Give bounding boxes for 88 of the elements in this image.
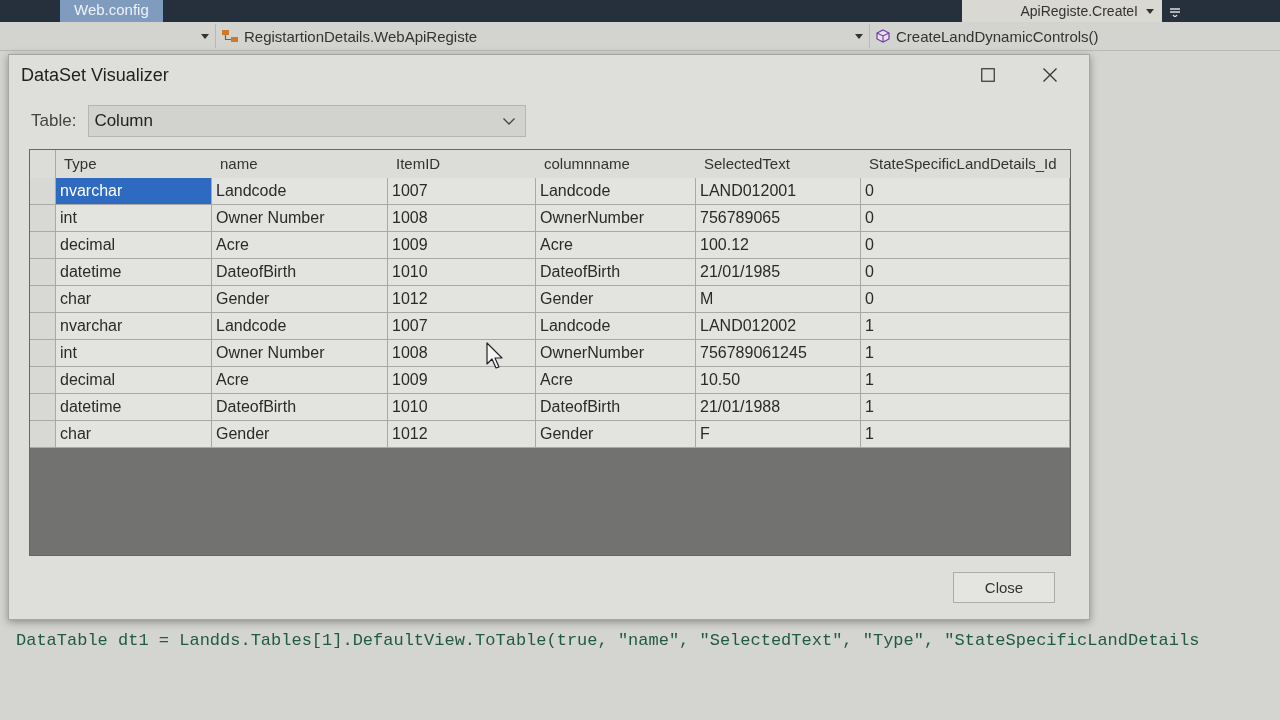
table-cell[interactable]: 100.12	[696, 232, 861, 259]
table-cell[interactable]: decimal	[56, 232, 212, 259]
table-cell[interactable]: 1007	[388, 313, 536, 340]
table-cell[interactable]: Gender	[536, 421, 696, 448]
cursor-icon	[486, 342, 504, 370]
table-cell[interactable]: 21/01/1988	[696, 394, 861, 421]
table-cell[interactable]: Acre	[536, 232, 696, 259]
table-cell[interactable]: Acre	[536, 367, 696, 394]
table-label: Table:	[31, 111, 77, 131]
table-cell[interactable]: 1	[861, 367, 1070, 394]
type-dropdown[interactable]: RegistartionDetails.WebApiRegiste	[216, 24, 870, 48]
table-cell[interactable]: Acre	[212, 367, 388, 394]
table-cell[interactable]: nvarchar	[56, 313, 212, 340]
code-line: DataTable dt1 = Landds.Tables[1].DefaultView.ToTable(true, "name", "SelectedText", "Type", "StateSpecificLandDetails	[16, 630, 1200, 652]
table-cell[interactable]: Landcode	[212, 178, 388, 205]
table-cell[interactable]: Landcode	[212, 313, 388, 340]
table-cell[interactable]: OwnerNumber	[536, 205, 696, 232]
table-cell[interactable]: decimal	[56, 367, 212, 394]
table-cell[interactable]: int	[56, 205, 212, 232]
table-cell[interactable]: 1009	[388, 367, 536, 394]
table-cell[interactable]: Landcode	[536, 313, 696, 340]
table-cell[interactable]: 1010	[388, 394, 536, 421]
table-cell[interactable]: Landcode	[536, 178, 696, 205]
table-cell[interactable]: DateofBirth	[212, 259, 388, 286]
row-header[interactable]	[30, 178, 56, 205]
cube-icon	[876, 29, 890, 43]
row-header[interactable]	[30, 367, 56, 394]
row-header[interactable]	[30, 313, 56, 340]
table-cell[interactable]: Gender	[212, 421, 388, 448]
table-cell[interactable]: 1012	[388, 286, 536, 313]
table-cell[interactable]: 21/01/1985	[696, 259, 861, 286]
table-cell[interactable]: 0	[861, 286, 1070, 313]
table-cell[interactable]: F	[696, 421, 861, 448]
table-cell[interactable]: Owner Number	[212, 340, 388, 367]
caret-icon	[201, 33, 209, 39]
table-cell[interactable]: 10.50	[696, 367, 861, 394]
row-header[interactable]	[30, 205, 56, 232]
table-cell[interactable]: 1	[861, 394, 1070, 421]
close-button[interactable]: Close	[953, 572, 1055, 603]
table-cell[interactable]: 1012	[388, 421, 536, 448]
table-cell[interactable]: Gender	[536, 286, 696, 313]
table-cell[interactable]: 1	[861, 340, 1070, 367]
table-cell[interactable]: LAND012002	[696, 313, 861, 340]
row-header[interactable]	[30, 421, 56, 448]
table-cell[interactable]: datetime	[56, 259, 212, 286]
member-dropdown[interactable]: ApiRegiste.CreateI	[962, 0, 1162, 22]
table-cell[interactable]: 1008	[388, 340, 536, 367]
table-cell[interactable]: DateofBirth	[212, 394, 388, 421]
table-cell[interactable]: 1008	[388, 205, 536, 232]
table-cell[interactable]: 1007	[388, 178, 536, 205]
lines-chevron-icon	[1170, 5, 1180, 17]
table-cell[interactable]: LAND012001	[696, 178, 861, 205]
method-dropdown[interactable]: CreateLandDynamicControls()	[870, 24, 1280, 48]
row-header[interactable]	[30, 259, 56, 286]
table-cell[interactable]: int	[56, 340, 212, 367]
table-cell[interactable]: 756789061245	[696, 340, 861, 367]
window-title: DataSet Visualizer	[21, 64, 169, 86]
caret-icon	[855, 33, 863, 39]
table-cell[interactable]: 0	[861, 259, 1070, 286]
close-icon	[1043, 68, 1057, 82]
table-cell[interactable]: 0	[861, 178, 1070, 205]
table-cell[interactable]: 1	[861, 421, 1070, 448]
table-cell[interactable]: datetime	[56, 394, 212, 421]
table-cell[interactable]: 0	[861, 232, 1070, 259]
table-cell[interactable]: 0	[861, 205, 1070, 232]
table-cell[interactable]: 1009	[388, 232, 536, 259]
table-cell[interactable]: char	[56, 286, 212, 313]
caret-icon	[1146, 8, 1154, 14]
table-cell[interactable]: Gender	[212, 286, 388, 313]
table-select[interactable]: Column	[88, 105, 527, 137]
table-cell[interactable]: M	[696, 286, 861, 313]
table-cell[interactable]: nvarchar	[56, 178, 212, 205]
table-cell[interactable]: Owner Number	[212, 205, 388, 232]
table-cell[interactable]: DateofBirth	[536, 259, 696, 286]
table-cell[interactable]: Acre	[212, 232, 388, 259]
row-header[interactable]	[30, 394, 56, 421]
table-cell[interactable]: 756789065	[696, 205, 861, 232]
maximize-icon	[981, 68, 995, 82]
table-cell[interactable]: OwnerNumber	[536, 340, 696, 367]
chevron-down-icon	[503, 117, 516, 125]
table-cell[interactable]: 1010	[388, 259, 536, 286]
table-cell[interactable]: 1	[861, 313, 1070, 340]
hierarchy-icon	[222, 29, 238, 43]
row-header[interactable]	[30, 340, 56, 367]
table-cell[interactable]: char	[56, 421, 212, 448]
row-header[interactable]	[30, 286, 56, 313]
row-header[interactable]	[30, 232, 56, 259]
table-cell[interactable]: DateofBirth	[536, 394, 696, 421]
